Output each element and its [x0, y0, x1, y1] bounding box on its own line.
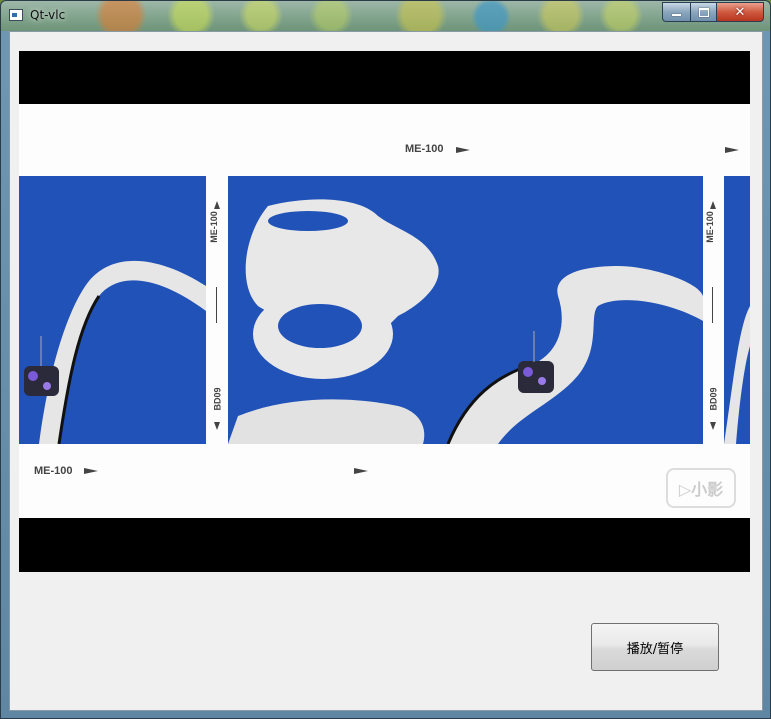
- arrow-up-icon: [214, 201, 220, 209]
- track-label-top: ME-100: [405, 143, 444, 155]
- video-player[interactable]: ME-100 ME-100 BD09 ME-100 BD09 ME-100 ▷小…: [19, 51, 750, 572]
- arrow-right-icon: [354, 468, 368, 474]
- arrow-right-icon: [456, 147, 470, 153]
- arrow-right-icon: [84, 468, 98, 474]
- video-scene-left: [19, 176, 206, 444]
- video-frame: ME-100 ME-100 BD09 ME-100 BD09 ME-100 ▷小…: [19, 104, 750, 518]
- app-icon: [9, 9, 23, 21]
- track-image-left: [19, 176, 206, 444]
- track-label-bottom: ME-100: [34, 465, 73, 477]
- track-image-right: [724, 176, 750, 444]
- close-icon: ✕: [734, 4, 746, 20]
- maximize-button[interactable]: [690, 2, 717, 22]
- video-scene-right: [724, 176, 750, 444]
- close-button[interactable]: ✕: [717, 2, 764, 22]
- main-client-area: ME-100 ME-100 BD09 ME-100 BD09 ME-100 ▷小…: [9, 31, 763, 711]
- minimize-icon: [672, 14, 681, 16]
- track-label-vertical: ME-100: [704, 211, 715, 243]
- watermark-text: ▷小影: [678, 480, 724, 499]
- side-label-vertical: BD09: [708, 387, 719, 411]
- app-window: Qt-vlc ✕ ME-100 ME-100 BD09 ME-100 BD09 …: [0, 0, 771, 719]
- side-label-vertical: BD09: [212, 387, 223, 411]
- arrow-right-icon: [725, 147, 739, 153]
- divider: [216, 287, 217, 323]
- video-scene-center: [228, 176, 703, 444]
- arrow-down-icon: [710, 422, 716, 430]
- arrow-up-icon: [710, 201, 716, 209]
- track-label-vertical: ME-100: [208, 211, 219, 243]
- window-title: Qt-vlc: [30, 8, 66, 22]
- track-image-center: [228, 176, 703, 444]
- play-pause-button[interactable]: 播放/暂停: [591, 623, 719, 671]
- minimize-button[interactable]: [662, 2, 690, 22]
- watermark-logo: ▷小影: [666, 468, 736, 508]
- divider: [712, 287, 713, 323]
- maximize-icon: [698, 7, 709, 17]
- title-bar[interactable]: Qt-vlc ✕: [1, 1, 770, 31]
- arrow-down-icon: [214, 422, 220, 430]
